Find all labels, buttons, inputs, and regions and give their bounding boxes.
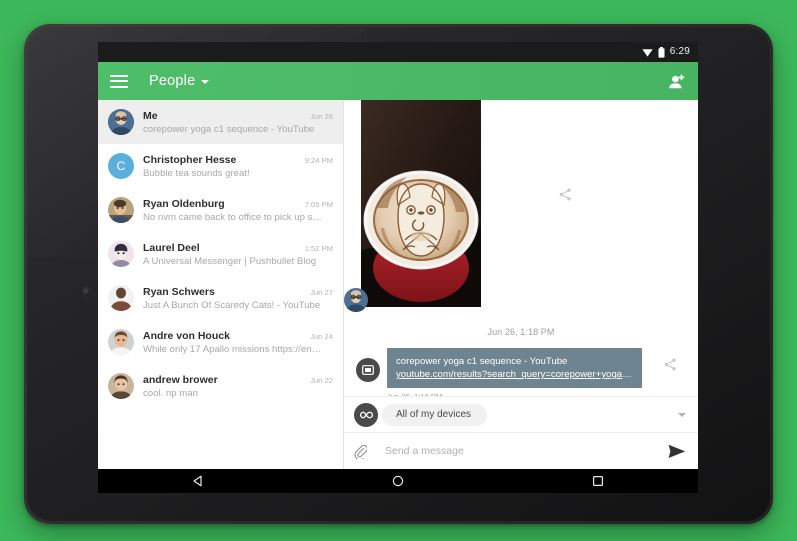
device-selector-label: All of my devices (396, 409, 472, 420)
list-item[interactable]: Ryan Schwers Jun 27 Just A Bunch Of Scar… (98, 276, 343, 320)
avatar (108, 197, 134, 223)
chevron-down-icon (201, 80, 210, 84)
list-item-text: Christopher Hesse 9:24 PM Bubble tea sou… (143, 154, 333, 179)
conversation-list-pane[interactable]: Me Jun 26 corepower yoga c1 sequence - Y… (98, 100, 344, 469)
avatar (344, 288, 368, 312)
hamburger-icon[interactable] (110, 74, 128, 88)
avatar (108, 285, 134, 311)
battery-icon (658, 46, 665, 58)
list-item-name: andrew brower (143, 373, 218, 386)
message-composer (344, 432, 698, 469)
share-icon[interactable] (664, 358, 677, 376)
image-message[interactable] (344, 100, 481, 312)
list-item-name: Me (143, 109, 158, 122)
tablet-screen: 6:29 People Me Jun 26 corepower yoga c1 … (98, 42, 698, 493)
list-item-text: andrew brower Jun 22 cool. np man (143, 374, 333, 399)
app-bar-title-dropdown[interactable]: People (149, 73, 210, 89)
front-camera-icon (83, 288, 91, 296)
recents-square-icon[interactable] (578, 469, 618, 493)
list-item-text: Ryan Oldenburg 7:05 PM No nvm came back … (143, 198, 333, 223)
infinity-icon (354, 402, 378, 427)
list-item-time: Jun 26 (310, 111, 333, 121)
link-bubble-wrap: corepower yoga c1 sequence - YouTube you… (387, 348, 642, 396)
android-status-bar: 6:29 (98, 42, 698, 62)
wifi-icon (642, 48, 653, 57)
screenshot-stage: 6:29 People Me Jun 26 corepower yoga c1 … (0, 0, 797, 541)
list-item-text: Me Jun 26 corepower yoga c1 sequence - Y… (143, 110, 333, 135)
paperclip-icon[interactable] (354, 444, 367, 459)
home-circle-icon[interactable] (378, 469, 418, 493)
back-triangle-icon[interactable] (178, 469, 218, 493)
list-item-text: Ryan Schwers Jun 27 Just A Bunch Of Scar… (143, 286, 333, 311)
share-icon[interactable] (559, 188, 572, 206)
avatar-initial: C (116, 159, 126, 173)
app-bar: People (98, 62, 698, 100)
list-item-preview: A Universal Messenger | Pushbullet Blog (143, 255, 317, 267)
list-item-preview: cool. np man (143, 387, 198, 399)
list-item[interactable]: andrew brower Jun 22 cool. np man (98, 364, 343, 408)
list-item[interactable]: C Christopher Hesse 9:24 PM Bubble tea s… (98, 144, 343, 188)
link-preview-icon (356, 358, 380, 382)
list-item-time: 9:24 PM (304, 155, 333, 165)
list-item-name: Laurel Deel (143, 241, 200, 254)
list-item[interactable]: Laurel Deel 1:52 PM A Universal Messenge… (98, 232, 343, 276)
conversation-pane: Jun 26, 1:18 PM corepower yoga c1 sequen… (344, 100, 698, 469)
send-icon[interactable] (668, 444, 686, 459)
link-title: corepower yoga c1 sequence - YouTube (396, 356, 568, 367)
list-item-time: Jun 22 (310, 375, 333, 385)
avatar (108, 329, 134, 355)
link-message[interactable]: corepower yoga c1 sequence - YouTube you… (356, 348, 642, 396)
device-selector-pill[interactable]: All of my devices (382, 403, 488, 426)
list-item-preview: Bubble tea sounds great! (143, 167, 250, 179)
list-item[interactable]: Andre von Houck Jun 24 While only 17 Apa… (98, 320, 343, 364)
message-input[interactable] (383, 444, 668, 458)
list-item-time: 1:52 PM (304, 243, 333, 253)
link-url[interactable]: youtube.com/results?search_query=corepow… (396, 368, 633, 381)
list-item-preview: Just A Bunch Of Scaredy Cats! - YouTube (143, 299, 321, 311)
android-navigation-bar (98, 469, 698, 493)
page-title: People (149, 73, 196, 89)
list-item-time: Jun 27 (310, 287, 333, 297)
message-timestamp: Jun 26, 1:18 PM (387, 392, 642, 396)
list-item[interactable]: Ryan Oldenburg 7:05 PM No nvm came back … (98, 188, 343, 232)
day-timestamp: Jun 26, 1:18 PM (487, 327, 555, 337)
main-content: Me Jun 26 corepower yoga c1 sequence - Y… (98, 100, 698, 469)
add-person-icon[interactable] (667, 74, 686, 89)
list-item-text: Laurel Deel 1:52 PM A Universal Messenge… (143, 242, 333, 267)
list-item-preview: corepower yoga c1 sequence - YouTube (143, 123, 315, 135)
avatar (108, 373, 134, 399)
list-item-time: 7:05 PM (304, 199, 333, 209)
avatar: C (108, 153, 134, 179)
latte-art-photo[interactable] (361, 100, 481, 307)
chevron-down-icon[interactable] (678, 412, 686, 417)
message-thread[interactable]: Jun 26, 1:18 PM corepower yoga c1 sequen… (344, 100, 698, 396)
avatar (108, 241, 134, 267)
device-selector-bar[interactable]: All of my devices (344, 396, 698, 432)
list-item-text: Andre von Houck Jun 24 While only 17 Apa… (143, 330, 333, 355)
link-bubble[interactable]: corepower yoga c1 sequence - YouTube you… (387, 348, 642, 388)
list-item-name: Andre von Houck (143, 329, 230, 342)
list-item-name: Christopher Hesse (143, 153, 237, 166)
status-bar-clock: 6:29 (669, 46, 690, 57)
list-item-preview: No nvm came back to office to pick up s… (143, 211, 322, 223)
avatar (108, 109, 134, 135)
list-item-name: Ryan Oldenburg (143, 197, 225, 210)
list-item-time: Jun 24 (310, 331, 333, 341)
list-item-preview: While only 17 Apallo missions https://en… (143, 343, 322, 355)
list-item-name: Ryan Schwers (143, 285, 215, 298)
list-item[interactable]: Me Jun 26 corepower yoga c1 sequence - Y… (98, 100, 343, 144)
